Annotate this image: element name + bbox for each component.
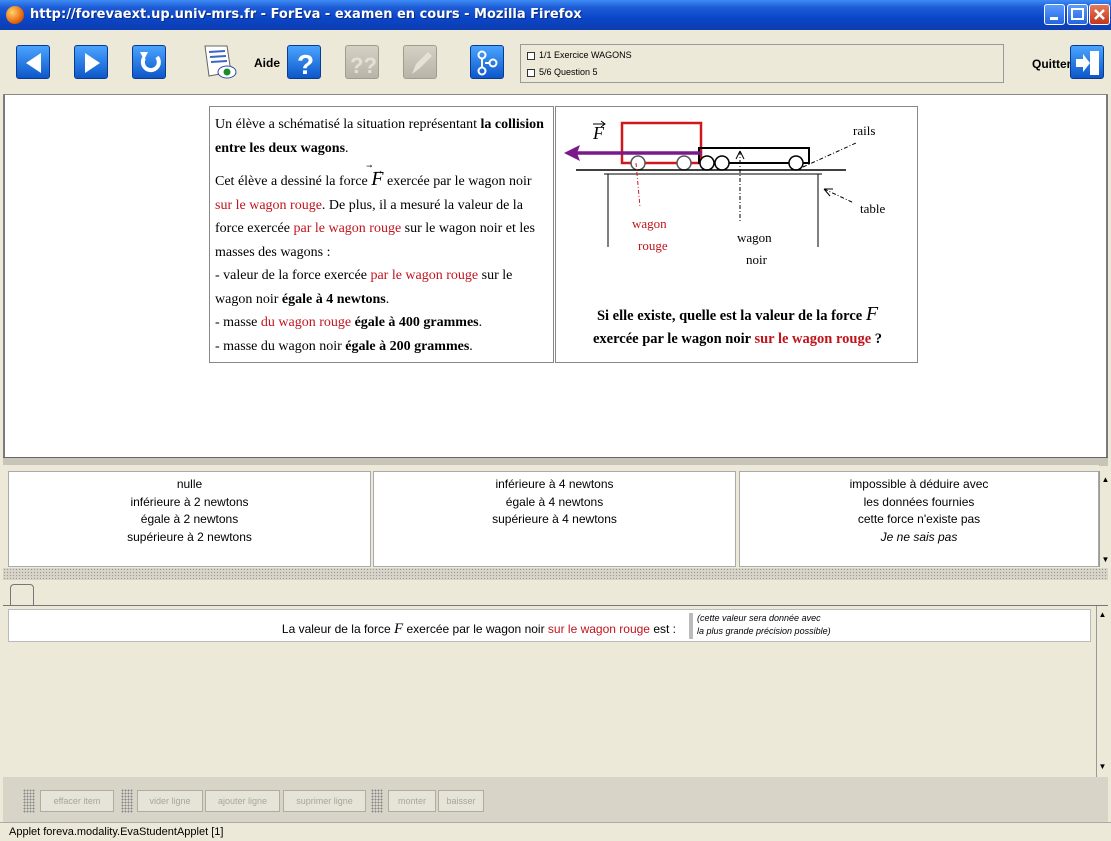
wagon-rouge-label-1: wagon bbox=[632, 216, 667, 231]
statement-paragraph-1: Un élève a schématisé la situation repré… bbox=[215, 117, 544, 156]
answer-area: La valeur de la force F exercée par le w… bbox=[3, 605, 1108, 778]
choice-superieure-2[interactable]: supérieure à 2 newtons bbox=[9, 529, 370, 547]
toolbar-grip bbox=[371, 789, 383, 813]
rails-label: rails bbox=[853, 123, 875, 138]
exercise-marker-icon bbox=[527, 51, 535, 60]
choices-column-1[interactable]: nulle inférieure à 2 newtons égale à 2 n… bbox=[8, 471, 371, 567]
arrow-right-icon bbox=[85, 53, 100, 73]
choice-egale-2[interactable]: égale à 2 newtons bbox=[9, 511, 370, 529]
statement-item-force: - valeur de la force exercée par le wago… bbox=[215, 268, 513, 307]
wagon-rouge-label-2: rouge bbox=[638, 238, 668, 253]
diagram-box: F rails table wagon rouge wagon noir Si … bbox=[555, 106, 918, 363]
edit-button-disabled[interactable] bbox=[403, 45, 437, 79]
double-question-icon: ?? bbox=[350, 53, 377, 78]
wagon-noir-label-1: wagon bbox=[737, 230, 772, 245]
document-eye-icon bbox=[204, 45, 237, 79]
answer-tab-row bbox=[3, 580, 1108, 605]
pencil-icon bbox=[412, 52, 432, 74]
answer-choices: nulle inférieure à 2 newtons égale à 2 n… bbox=[3, 465, 1111, 568]
choice-impossible-1[interactable]: impossible à déduire avec bbox=[740, 476, 1098, 494]
svg-text:?: ? bbox=[297, 49, 314, 80]
ajouter-ligne-button[interactable]: ajouter ligne bbox=[205, 790, 280, 812]
answer-line[interactable]: La valeur de la force F exercée par le w… bbox=[8, 609, 1091, 642]
force-vector-symbol: F bbox=[393, 621, 404, 637]
help-question-icon: ? bbox=[297, 49, 314, 80]
question-panel: Un élève a schématisé la situation repré… bbox=[3, 95, 1108, 457]
scroll-down-icon[interactable]: ▼ bbox=[1098, 762, 1107, 772]
hint-button-disabled[interactable]: ?? bbox=[345, 45, 379, 79]
answer-tab[interactable] bbox=[10, 584, 34, 605]
statement-box: Un élève a schématisé la situation repré… bbox=[209, 106, 554, 363]
answer-input-hint[interactable]: (cette valeur sera donnée avec la plus g… bbox=[697, 612, 831, 638]
statement-paragraph-2: Cet élève a dessiné la force F⃗→ exercée… bbox=[215, 163, 535, 260]
window-title: http://forevaext.up.univ-mrs.fr - ForEva… bbox=[30, 7, 582, 22]
monter-button[interactable]: monter bbox=[388, 790, 436, 812]
minimize-button[interactable] bbox=[1044, 4, 1065, 25]
answer-scrollbar[interactable]: ▲ ▼ bbox=[1096, 606, 1108, 778]
choice-egale-4[interactable]: égale à 4 newtons bbox=[374, 494, 735, 512]
choice-inferieure-4[interactable]: inférieure à 4 newtons bbox=[374, 476, 735, 494]
quit-button[interactable] bbox=[1070, 45, 1104, 79]
choices-column-2[interactable]: inférieure à 4 newtons égale à 4 newtons… bbox=[373, 471, 736, 567]
choices-scrollbar[interactable]: ▲ ▼ bbox=[1099, 471, 1111, 567]
exercise-line: 1/1 Exercice WAGONS bbox=[539, 50, 632, 60]
firefox-icon bbox=[6, 6, 24, 24]
supprimer-ligne-button[interactable]: suprimer ligne bbox=[283, 790, 366, 812]
choice-force-inexistante[interactable]: cette force n'existe pas bbox=[740, 511, 1098, 529]
next-button[interactable] bbox=[74, 45, 108, 79]
toolbar-grip bbox=[23, 789, 35, 813]
title-bar: http://forevaext.up.univ-mrs.fr - ForEva… bbox=[0, 0, 1111, 30]
choice-inferieure-2[interactable]: inférieure à 2 newtons bbox=[9, 494, 370, 512]
splitter-dotted[interactable] bbox=[3, 568, 1108, 580]
toolbar: Aide ? ?? 1/1 Exercice WAGONS 5/6 Questi… bbox=[3, 30, 1108, 95]
maximize-button[interactable] bbox=[1067, 4, 1088, 25]
exercise-info-panel: 1/1 Exercice WAGONS 5/6 Question 5 bbox=[520, 44, 1004, 83]
answer-sentence: La valeur de la force F exercée par le w… bbox=[281, 621, 676, 637]
question-text: Si elle existe, quelle est la valeur de … bbox=[592, 303, 883, 347]
force-vector-symbol: F bbox=[865, 303, 879, 325]
quitter-label: Quitter bbox=[1032, 57, 1072, 71]
navigation-tree-button[interactable] bbox=[470, 45, 504, 79]
scroll-up-icon[interactable]: ▲ bbox=[1098, 610, 1107, 620]
status-bar: Applet foreva.modality.EvaStudentApplet … bbox=[0, 822, 1111, 841]
help-button[interactable]: ? bbox=[287, 45, 321, 80]
arrow-left-icon bbox=[26, 53, 41, 73]
view-document-button[interactable] bbox=[199, 42, 241, 82]
wagon-collision-diagram: F rails table wagon rouge wagon noir bbox=[564, 120, 885, 267]
table-label: table bbox=[860, 201, 885, 216]
choices-column-3[interactable]: impossible à déduire avec les données fo… bbox=[739, 471, 1099, 567]
exit-door-icon bbox=[1076, 51, 1099, 75]
aide-label: Aide bbox=[254, 56, 281, 70]
choice-impossible-2[interactable]: les données fournies bbox=[740, 494, 1098, 512]
vider-ligne-button[interactable]: vider ligne bbox=[137, 790, 203, 812]
question-marker-icon bbox=[527, 68, 535, 77]
reload-icon bbox=[140, 52, 161, 73]
wagon-noir-label-2: noir bbox=[746, 252, 768, 267]
scroll-up-icon[interactable]: ▲ bbox=[1101, 475, 1110, 485]
close-button[interactable] bbox=[1089, 4, 1110, 25]
force-vector-symbol: F⃗→ bbox=[371, 163, 385, 190]
baisser-button[interactable]: baisser bbox=[438, 790, 484, 812]
statement-item-mass-black: - masse du wagon noir égale à 200 gramme… bbox=[215, 338, 473, 354]
answer-input-handle[interactable] bbox=[689, 613, 693, 639]
svg-text:??: ?? bbox=[350, 53, 377, 78]
scroll-down-icon[interactable]: ▼ bbox=[1101, 555, 1110, 565]
question-line: 5/6 Question 5 bbox=[539, 67, 598, 77]
choice-nulle[interactable]: nulle bbox=[9, 476, 370, 494]
effacer-item-button[interactable]: effacer item bbox=[40, 790, 114, 812]
tree-icon bbox=[477, 50, 498, 76]
reload-button[interactable] bbox=[132, 45, 166, 79]
edit-toolbar: effacer item vider ligne ajouter ligne s… bbox=[3, 777, 1108, 822]
choice-superieure-4[interactable]: supérieure à 4 newtons bbox=[374, 511, 735, 529]
statement-item-mass-red: - masse du wagon rouge égale à 400 gramm… bbox=[215, 315, 483, 330]
toolbar-grip bbox=[121, 789, 133, 813]
choice-je-ne-sais-pas[interactable]: Je ne sais pas bbox=[740, 529, 1098, 547]
previous-button[interactable] bbox=[16, 45, 50, 79]
